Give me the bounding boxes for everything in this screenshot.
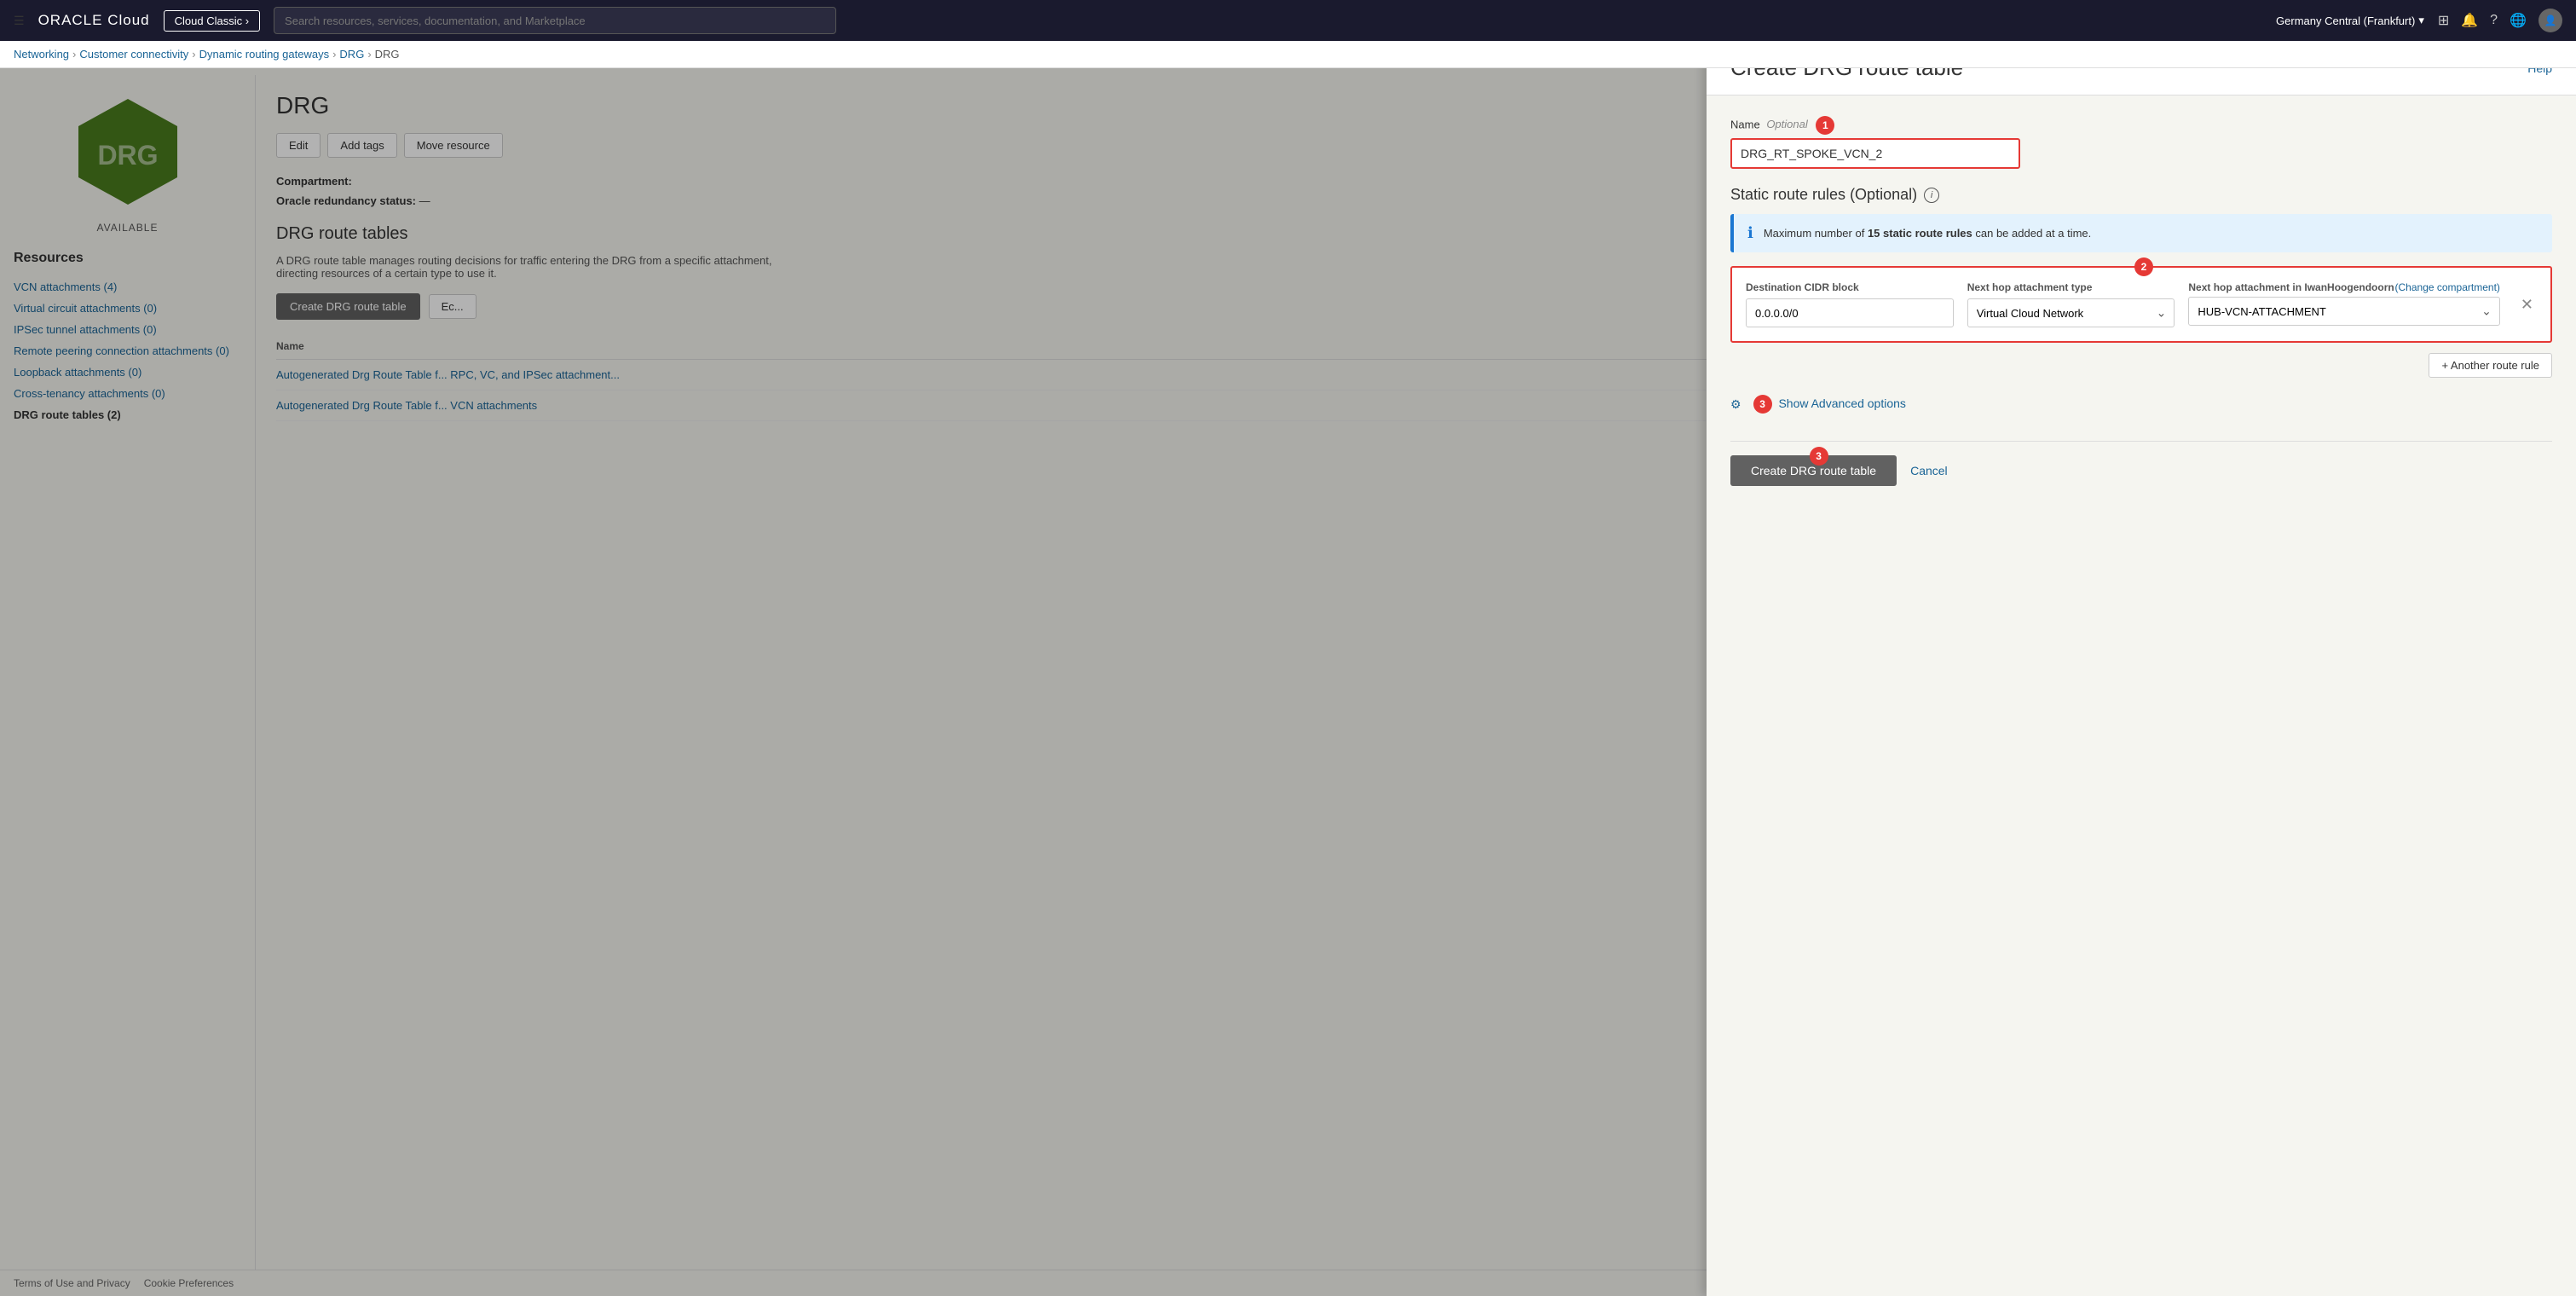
create-badge: 3: [1810, 447, 1828, 466]
oracle-logo: ORACLE Cloud: [38, 12, 150, 29]
show-advanced-options-link[interactable]: 3 Show Advanced options: [1748, 395, 1906, 414]
advanced-options-section: ⚙ 3 Show Advanced options: [1730, 395, 2552, 414]
breadcrumb-drg[interactable]: DRG: [339, 48, 364, 61]
destination-cidr-field: Destination CIDR block: [1746, 281, 1954, 327]
global-search-input[interactable]: [274, 7, 836, 34]
next-hop-attachment-field: Next hop attachment in IwanHoogendoorn (…: [2188, 281, 2500, 326]
breadcrumb-customer-connectivity[interactable]: Customer connectivity: [79, 48, 188, 61]
hamburger-icon[interactable]: ☰: [14, 14, 25, 28]
info-banner: ℹ Maximum number of 15 static route rule…: [1730, 214, 2552, 252]
breadcrumb-dynamic-routing-gateways[interactable]: Dynamic routing gateways: [199, 48, 329, 61]
user-avatar[interactable]: 👤: [2538, 9, 2562, 32]
name-label: Name Optional 1: [1730, 116, 2552, 135]
static-route-rules-section: Static route rules (Optional) i ℹ Maximu…: [1730, 186, 2552, 378]
bell-icon[interactable]: 🔔: [2461, 12, 2478, 29]
cloud-classic-button[interactable]: Cloud Classic ›: [164, 10, 260, 32]
next-hop-type-select[interactable]: Virtual Cloud Network IPSec tunnel Virtu…: [1967, 298, 2175, 327]
route-rule-inputs: Destination CIDR block Next hop attachme…: [1746, 281, 2537, 327]
region-selector[interactable]: Germany Central (Frankfurt) ▾: [2276, 14, 2424, 27]
next-hop-type-label: Next hop attachment type: [1967, 281, 2175, 293]
sliders-icon: ⚙: [1730, 397, 1741, 412]
info-banner-icon: ℹ: [1747, 224, 1753, 242]
static-route-rules-info-icon[interactable]: i: [1924, 188, 1939, 203]
next-hop-attachment-label: Next hop attachment in IwanHoogendoorn: [2188, 281, 2394, 293]
top-navigation: ☰ ORACLE Cloud Cloud Classic › Germany C…: [0, 0, 2576, 41]
name-badge: 1: [1816, 116, 1834, 135]
static-route-rules-title: Static route rules (Optional) i: [1730, 186, 2552, 204]
breadcrumb: Networking › Customer connectivity › Dyn…: [0, 41, 2576, 68]
destination-cidr-input[interactable]: [1746, 298, 1954, 327]
form-actions: 3 Create DRG route table Cancel: [1730, 441, 2552, 500]
next-hop-attachment-select-wrapper: HUB-VCN-ATTACHMENT: [2188, 297, 2500, 326]
panel-body: Name Optional 1 Static route rules (Opti…: [1707, 95, 2576, 520]
next-hop-attachment-select[interactable]: HUB-VCN-ATTACHMENT: [2188, 297, 2500, 326]
remove-rule-button[interactable]: ✕: [2517, 292, 2537, 317]
advanced-options-badge: 3: [1753, 395, 1772, 414]
nav-icons-group: ⊞ 🔔 ? 🌐 👤: [2438, 9, 2562, 32]
destination-cidr-label: Destination CIDR block: [1746, 281, 1954, 293]
next-hop-type-field: Next hop attachment type Virtual Cloud N…: [1967, 281, 2175, 327]
breadcrumb-networking[interactable]: Networking: [14, 48, 69, 61]
nav-right-section: Germany Central (Frankfurt) ▾ ⊞ 🔔 ? 🌐 👤: [2276, 9, 2562, 32]
globe-icon[interactable]: 🌐: [2510, 12, 2527, 29]
rule-badge: 2: [2134, 257, 2153, 276]
change-compartment-link[interactable]: (Change compartment): [2395, 281, 2500, 293]
console-icon[interactable]: ⊞: [2438, 12, 2449, 29]
add-rule-row: + Another route rule: [1730, 353, 2552, 378]
breadcrumb-current: DRG: [375, 48, 400, 61]
cancel-button[interactable]: Cancel: [1910, 464, 1948, 477]
name-input[interactable]: [1730, 138, 2020, 169]
name-form-group: Name Optional 1: [1730, 116, 2552, 169]
route-rule-row: 2 Destination CIDR block Next hop attach…: [1730, 266, 2552, 343]
help-icon[interactable]: ?: [2490, 13, 2498, 28]
next-hop-type-select-wrapper: Virtual Cloud Network IPSec tunnel Virtu…: [1967, 298, 2175, 327]
add-another-rule-button[interactable]: + Another route rule: [2429, 353, 2552, 378]
create-drg-route-table-panel: Create DRG route table Help Name Optiona…: [1707, 41, 2576, 1296]
